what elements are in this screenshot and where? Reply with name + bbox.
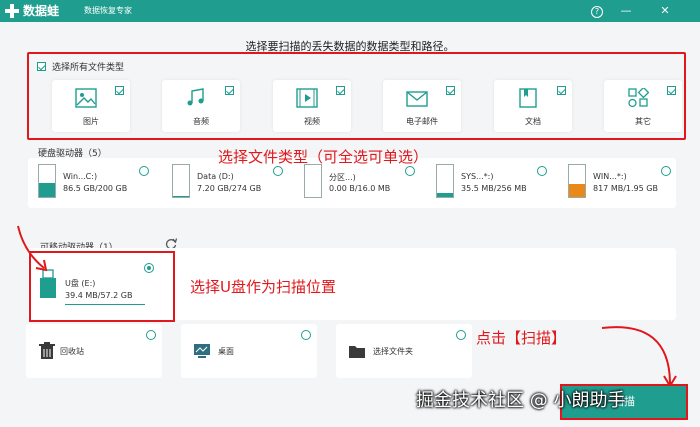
file-type-section: 选择所有文件类型 图片 音频 视频 电子邮件 文档 其它: [27, 52, 686, 140]
disk-size: 86.5 GB/200 GB: [63, 184, 128, 193]
help-icon[interactable]: ?: [588, 2, 606, 20]
disk-radio[interactable]: [661, 166, 671, 176]
checkbox-checked-icon[interactable]: [667, 86, 676, 95]
disk-item[interactable]: Win...C:) 86.5 GB/200 GB: [38, 164, 163, 204]
file-type-label: 图片: [83, 117, 99, 126]
app-subtitle: 数据恢复专家: [84, 6, 132, 15]
app-name: 数据蛙: [23, 4, 60, 18]
location-radio[interactable]: [146, 330, 156, 340]
checkbox-checked-icon[interactable]: [37, 62, 46, 71]
file-type-label: 其它: [635, 117, 651, 126]
disk-usage-fill: [173, 196, 189, 197]
location-label: 回收站: [60, 347, 84, 356]
disk-name: SYS...*:): [461, 172, 494, 181]
annotation-arrow-icon: [17, 225, 48, 272]
checkbox-checked-icon[interactable]: [336, 86, 345, 95]
desktop-icon: [194, 344, 210, 358]
file-type-document[interactable]: 文档: [494, 80, 572, 132]
disk-name: WIN...*:): [593, 172, 627, 181]
disk-usage-fill: [569, 183, 585, 197]
checkbox-checked-icon[interactable]: [446, 86, 455, 95]
file-type-image[interactable]: 图片: [52, 80, 130, 132]
usb-usage-bar: [65, 304, 145, 305]
trash-icon: [39, 342, 55, 359]
file-type-label: 电子邮件: [406, 117, 438, 126]
checkbox-checked-icon[interactable]: [557, 86, 566, 95]
other-icon: [628, 88, 649, 108]
mail-icon: [406, 91, 428, 107]
file-type-label: 文档: [525, 117, 541, 126]
location-select-folder[interactable]: 选择文件夹: [336, 324, 472, 378]
disk-size: 0.00 B/16.0 MB: [329, 184, 391, 193]
disk-icon: [568, 164, 586, 198]
select-all-checkbox[interactable]: 选择所有文件类型: [37, 60, 124, 73]
location-radio[interactable]: [301, 330, 311, 340]
disk-name: Data (D:): [197, 172, 234, 181]
usb-drive-size: 39.4 MB/57.2 GB: [65, 291, 133, 300]
usb-drive-radio[interactable]: [144, 263, 154, 273]
disk-size: 817 MB/1.95 GB: [593, 184, 658, 193]
video-icon: [296, 88, 318, 108]
file-type-other[interactable]: 其它: [604, 80, 682, 132]
file-type-label: 音频: [193, 117, 209, 126]
disk-usage-fill: [39, 183, 55, 197]
file-type-email[interactable]: 电子邮件: [383, 80, 461, 132]
disk-icon: [172, 164, 190, 198]
disk-usage-fill: [437, 192, 453, 197]
close-button[interactable]: ✕: [656, 2, 674, 20]
minimize-button[interactable]: —: [617, 2, 635, 20]
annotation-usb: 选择U盘作为扫描位置: [190, 278, 336, 296]
location-recycle-bin[interactable]: 回收站: [26, 324, 162, 378]
disk-size: 7.20 GB/274 GB: [197, 184, 262, 193]
disk-name: Win...C:): [63, 172, 98, 181]
annotation-scan: 点击【扫描】: [476, 329, 567, 347]
file-type-video[interactable]: 视频: [273, 80, 351, 132]
checkbox-checked-icon[interactable]: [115, 86, 124, 95]
disk-icon: [436, 164, 454, 198]
disk-radio[interactable]: [537, 166, 547, 176]
disk-item[interactable]: 分区...) 0.00 B/16.0 MB: [304, 164, 429, 204]
disk-size: 35.5 MB/256 MB: [461, 184, 527, 193]
select-all-label: 选择所有文件类型: [52, 63, 125, 73]
disk-item[interactable]: Data (D:) 7.20 GB/274 GB: [172, 164, 297, 204]
checkbox-checked-icon[interactable]: [225, 86, 234, 95]
usb-drive-name: U盘 (E:): [65, 279, 96, 288]
logo-cross-icon: [4, 3, 20, 19]
music-icon: [187, 88, 204, 106]
location-label: 选择文件夹: [373, 347, 413, 356]
image-icon: [75, 88, 97, 108]
disk-radio[interactable]: [139, 166, 149, 176]
disk-name: 分区...): [329, 173, 356, 182]
watermark-text: 掘金技术社区 @ 小朗助手: [416, 390, 626, 411]
title-bar: 数据蛙 数据恢复专家 ? — ✕: [0, 0, 700, 22]
file-type-label: 视频: [304, 117, 320, 126]
location-label: 桌面: [218, 347, 234, 356]
annotation-arrow-icon: [601, 326, 677, 388]
disk-radio[interactable]: [273, 166, 283, 176]
disk-item[interactable]: WIN...*:) 817 MB/1.95 GB: [568, 164, 673, 204]
file-type-audio[interactable]: 音频: [162, 80, 240, 132]
disk-item[interactable]: SYS...*:) 35.5 MB/256 MB: [436, 164, 561, 204]
annotation-file-type: 选择文件类型（可全选可单选）: [218, 148, 429, 166]
location-desktop[interactable]: 桌面: [181, 324, 317, 378]
folder-icon: [349, 346, 365, 358]
location-radio[interactable]: [456, 330, 466, 340]
app-logo: 数据蛙: [4, 2, 59, 19]
disk-icon: [304, 164, 322, 198]
disk-icon: [38, 164, 56, 198]
disk-radio[interactable]: [405, 166, 415, 176]
document-icon: [519, 88, 537, 108]
